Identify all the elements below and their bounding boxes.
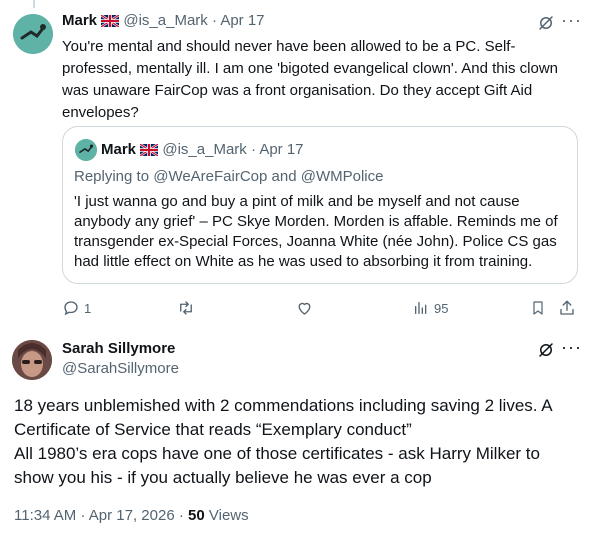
tweet-text-line: Certificate of Service that reads “Exemp… bbox=[14, 420, 412, 439]
avatar-image bbox=[75, 139, 97, 161]
replying-to: Replying to @WeAreFairCop and @WMPolice bbox=[74, 168, 384, 185]
tweet-time[interactable]: 11:34 AM bbox=[14, 507, 76, 524]
retweet-button[interactable] bbox=[176, 297, 196, 319]
views-count: 50 bbox=[188, 507, 205, 524]
display-name[interactable]: Mark bbox=[62, 12, 97, 29]
reply-button[interactable]: 1 bbox=[62, 297, 91, 319]
separator: · bbox=[250, 141, 256, 158]
avatar-image bbox=[13, 14, 53, 54]
views-button[interactable]: 95 bbox=[413, 297, 448, 319]
separator: · bbox=[178, 507, 184, 524]
quoted-text-line: transgender ex-Special Forces, Joanna Wh… bbox=[74, 233, 557, 250]
quoted-avatar bbox=[75, 139, 97, 161]
tweet-text-line: envelopes? bbox=[62, 104, 139, 121]
tweet-text-line: was unaware FairCop was a front organisa… bbox=[62, 82, 533, 99]
tweet-text: You're mental and should never have been… bbox=[62, 36, 574, 124]
share-button[interactable] bbox=[558, 297, 576, 319]
tweet-text: 18 years unblemished with 2 commendation… bbox=[14, 394, 584, 490]
tweet-text-line: You're mental and should never have been… bbox=[62, 38, 516, 55]
quoted-text-line: 'I just wanna go and buy a pint of milk … bbox=[74, 193, 520, 210]
avatar[interactable] bbox=[13, 14, 53, 54]
views-label: Views bbox=[208, 507, 249, 524]
tweet-date[interactable]: Apr 17 bbox=[220, 12, 264, 29]
bookmark-icon bbox=[533, 301, 543, 315]
quoted-display-name: Mark bbox=[101, 141, 137, 158]
reply-count: 1 bbox=[84, 300, 92, 316]
user-handle[interactable]: @is_a_Mark bbox=[123, 12, 207, 29]
quoted-text-line: had little effect on White as he was use… bbox=[74, 253, 533, 270]
more-options-icon[interactable]: ··· bbox=[561, 10, 582, 31]
separator: · bbox=[80, 507, 86, 524]
views-icon bbox=[415, 302, 427, 314]
separator: · bbox=[211, 12, 217, 29]
tweet-meta: 11:34 AM · Apr 17, 2026 · 50 Views bbox=[14, 507, 249, 524]
uk-flag-icon bbox=[101, 15, 120, 28]
like-icon bbox=[298, 302, 311, 315]
reply-icon bbox=[64, 301, 78, 316]
retweet-icon bbox=[180, 301, 192, 315]
bookmark-button[interactable] bbox=[530, 297, 546, 319]
quoted-user-handle: @is_a_Mark bbox=[162, 141, 247, 158]
like-button[interactable] bbox=[295, 297, 314, 319]
tweet-text-line: All 1980’s era cops have one of those ce… bbox=[14, 444, 540, 463]
thread-connector bbox=[33, 0, 35, 8]
grok-icon[interactable] bbox=[537, 14, 555, 32]
display-name[interactable]: Sarah Sillymore bbox=[62, 340, 175, 357]
tweet-date[interactable]: Apr 17, 2026 bbox=[89, 507, 175, 524]
uk-flag-icon bbox=[140, 144, 159, 157]
avatar-image bbox=[12, 340, 52, 380]
share-icon bbox=[560, 300, 574, 315]
tweet-header: Mark @is_a_Mark · Apr 17 bbox=[62, 12, 265, 29]
quoted-tweet-text: 'I just wanna go and buy a pint of milk … bbox=[74, 192, 574, 272]
avatar[interactable] bbox=[12, 340, 52, 380]
views-count: 95 bbox=[434, 300, 449, 316]
quoted-tweet-date: Apr 17 bbox=[259, 141, 304, 158]
tweet-text-line: professed, mentally ill. I am one 'bigot… bbox=[62, 60, 558, 77]
more-options-icon[interactable]: ··· bbox=[561, 337, 582, 358]
user-handle[interactable]: @SarahSillymore bbox=[62, 360, 179, 377]
tweet-text-line: show you his - if you actually believe h… bbox=[14, 468, 432, 487]
quoted-text-line: anybody any grief' – PC Skye Morden. Mor… bbox=[74, 213, 558, 230]
tweet-text-line: 18 years unblemished with 2 commendation… bbox=[14, 396, 553, 415]
quoted-tweet-header: Mark @is_a_Mark · Apr 17 bbox=[101, 141, 304, 158]
grok-icon[interactable] bbox=[537, 341, 555, 359]
